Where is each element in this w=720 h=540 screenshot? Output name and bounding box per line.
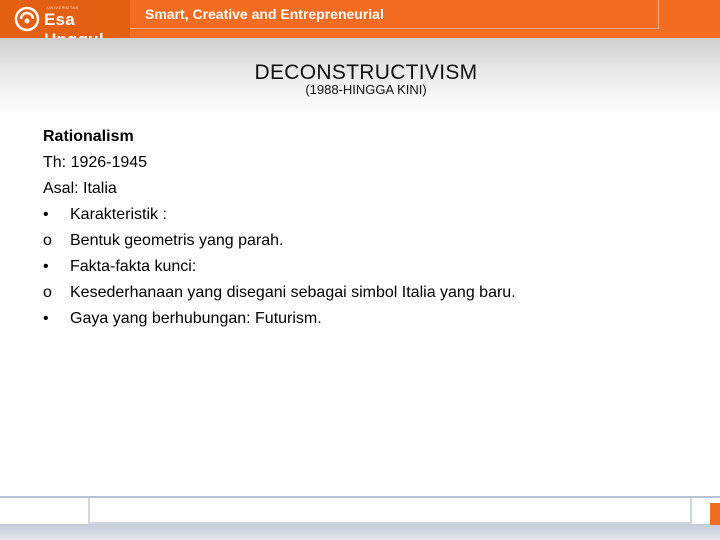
logo: UNIVERSITAS Esa Unggul — [0, 0, 130, 49]
footer-accent — [710, 503, 720, 525]
tagline: Smart, Creative and Entrepreneurial — [145, 6, 384, 22]
list-item: o Kesederhanaan yang disegani sebagai sim… — [43, 280, 693, 306]
list-item-text: Gaya yang berhubungan: Futurism. — [70, 310, 322, 327]
bullet-marker: o — [43, 284, 52, 301]
list-item-text: Kesederhanaan yang disegani sebagai simb… — [70, 284, 516, 301]
bullet-marker: • — [43, 206, 49, 223]
slide-content: Rationalism Th: 1926-1945 Asal: Italia •… — [43, 124, 693, 332]
footer-frame — [88, 498, 692, 524]
list-item-text: Fakta-fakta kunci: — [70, 258, 197, 275]
content-heading: Rationalism — [43, 128, 134, 145]
university-logo-icon — [14, 6, 40, 32]
list-item: • Gaya yang berhubungan: Futurism. — [43, 306, 693, 332]
slide: UNIVERSITAS Esa Unggul Smart, Creative a… — [0, 0, 720, 540]
header-bar: UNIVERSITAS Esa Unggul Smart, Creative a… — [0, 0, 720, 49]
bullet-marker: o — [43, 232, 52, 249]
list-item: • Fakta-fakta kunci: — [43, 254, 693, 280]
list-item: • Karakteristik : — [43, 202, 693, 228]
list-item-text: Karakteristik : — [70, 206, 167, 223]
list-item: o Bentuk geometris yang parah. — [43, 228, 693, 254]
list-item-text: Bentuk geometris yang parah. — [70, 232, 284, 249]
content-origin: Asal: Italia — [43, 180, 117, 197]
bullet-marker: • — [43, 258, 49, 275]
content-year: Th: 1926-1945 — [43, 154, 148, 171]
slide-subtitle: (1988-HINGGA KINI) — [305, 82, 427, 97]
bullet-marker: • — [43, 310, 49, 327]
footer-band — [0, 524, 720, 540]
